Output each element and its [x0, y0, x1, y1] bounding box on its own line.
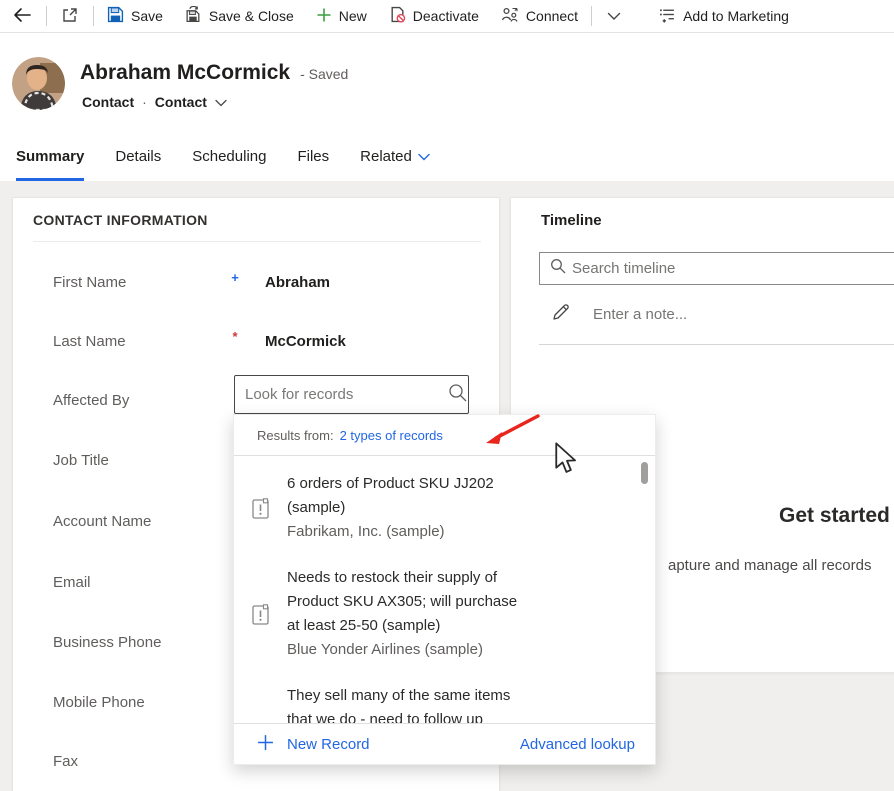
get-started-subtitle: apture and manage all records [668, 557, 871, 574]
field-value[interactable]: Abraham [265, 274, 330, 291]
dot-separator: · [142, 94, 147, 110]
timeline-title: Timeline [541, 212, 602, 229]
case-record-icon [234, 498, 287, 519]
get-started-heading: Get started [779, 504, 890, 528]
form-selector[interactable]: Contact [155, 94, 207, 110]
recommended-marker: + [226, 270, 244, 285]
lookup-search-input[interactable] [235, 386, 448, 403]
toolbar-divider [591, 6, 592, 26]
deactivate-label: Deactivate [413, 8, 479, 24]
lookup-results-flyout: Results from: 2 types of records 6 order… [233, 414, 656, 765]
save-status: - Saved [300, 66, 348, 82]
popout-button[interactable] [49, 0, 91, 32]
contact-avatar[interactable] [12, 57, 65, 110]
deactivate-button[interactable]: Deactivate [378, 0, 490, 32]
chevron-down-icon [607, 8, 621, 24]
advanced-lookup-link[interactable]: Advanced lookup [520, 736, 635, 753]
search-icon [550, 258, 566, 279]
command-bar: Save Save & Close New Deactivate Connect [0, 0, 894, 33]
add-to-marketing-label: Add to Marketing [683, 8, 789, 24]
form-body: CONTACT INFORMATION First Name + Abraham… [0, 181, 894, 791]
connect-label: Connect [526, 8, 578, 24]
toolbar-divider [46, 6, 47, 26]
timeline-search-box[interactable] [539, 252, 894, 285]
back-button[interactable] [0, 0, 44, 32]
section-title: CONTACT INFORMATION [33, 212, 208, 228]
tab-summary[interactable]: Summary [16, 148, 84, 181]
lookup-result-item[interactable]: 6 orders of Product SKU JJ202 (sample) F… [234, 472, 655, 544]
entity-type-label: Contact [82, 94, 134, 110]
affected-by-lookup-box[interactable] [234, 375, 469, 414]
enter-note-row[interactable]: Enter a note... [551, 302, 687, 327]
flyout-footer: New Record Advanced lookup [234, 723, 655, 764]
connect-people-icon [501, 7, 519, 26]
record-title: Abraham McCormick [80, 61, 290, 85]
lookup-result-list: 6 orders of Product SKU JJ202 (sample) F… [234, 456, 655, 725]
deactivate-icon [389, 6, 406, 26]
required-marker: * [226, 329, 244, 344]
command-overflow-button[interactable] [594, 0, 634, 32]
connect-button[interactable]: Connect [490, 0, 589, 32]
save-and-close-label: Save & Close [209, 8, 294, 24]
save-floppy-icon [107, 6, 124, 26]
open-in-new-window-icon [62, 7, 78, 26]
tab-scheduling[interactable]: Scheduling [192, 148, 266, 181]
section-divider [33, 241, 481, 242]
plus-icon [316, 7, 332, 26]
lookup-result-item[interactable]: They sell many of the same items that we… [234, 684, 655, 725]
add-to-marketing-button[interactable]: Add to Marketing [648, 0, 800, 32]
plus-icon [257, 734, 274, 755]
record-header: Abraham McCormick - Saved Contact · Cont… [0, 33, 894, 130]
search-icon [448, 383, 467, 407]
chevron-down-icon[interactable] [215, 94, 227, 110]
field-last-name[interactable]: Last Name * McCormick [13, 333, 499, 355]
form-tabs: Summary Details Scheduling Files Related [0, 130, 894, 181]
tab-related[interactable]: Related [360, 148, 430, 181]
field-first-name[interactable]: First Name + Abraham [13, 274, 499, 296]
save-and-close-icon [185, 6, 202, 26]
toolbar-divider [93, 6, 94, 26]
results-from-label: Results from: [257, 428, 334, 443]
results-from-row: Results from: 2 types of records [234, 415, 655, 456]
result-subtitle: Blue Yonder Airlines (sample) [287, 638, 557, 662]
tab-files[interactable]: Files [297, 148, 329, 181]
save-label: Save [131, 8, 163, 24]
note-placeholder: Enter a note... [593, 306, 687, 323]
add-to-list-icon [659, 6, 676, 26]
save-and-close-button[interactable]: Save & Close [174, 0, 305, 32]
new-record-button[interactable]: New Record [257, 734, 370, 755]
pencil-icon [551, 302, 571, 327]
flyout-scrollbar-thumb[interactable] [641, 462, 648, 484]
new-button[interactable]: New [305, 0, 378, 32]
tab-details[interactable]: Details [115, 148, 161, 181]
save-button[interactable]: Save [96, 0, 174, 32]
app-window: Save Save & Close New Deactivate Connect [0, 0, 894, 791]
result-subtitle: Fabrikam, Inc. (sample) [287, 520, 557, 544]
chevron-down-icon [418, 148, 430, 165]
case-record-icon [234, 604, 287, 625]
field-value[interactable]: McCormick [265, 333, 346, 350]
record-types-link[interactable]: 2 types of records [340, 428, 443, 443]
new-label: New [339, 8, 367, 24]
timeline-search-input[interactable] [566, 260, 894, 277]
lookup-result-item[interactable]: Needs to restock their supply of Product… [234, 566, 655, 662]
back-arrow-icon [13, 7, 31, 26]
timeline-divider [539, 344, 894, 345]
